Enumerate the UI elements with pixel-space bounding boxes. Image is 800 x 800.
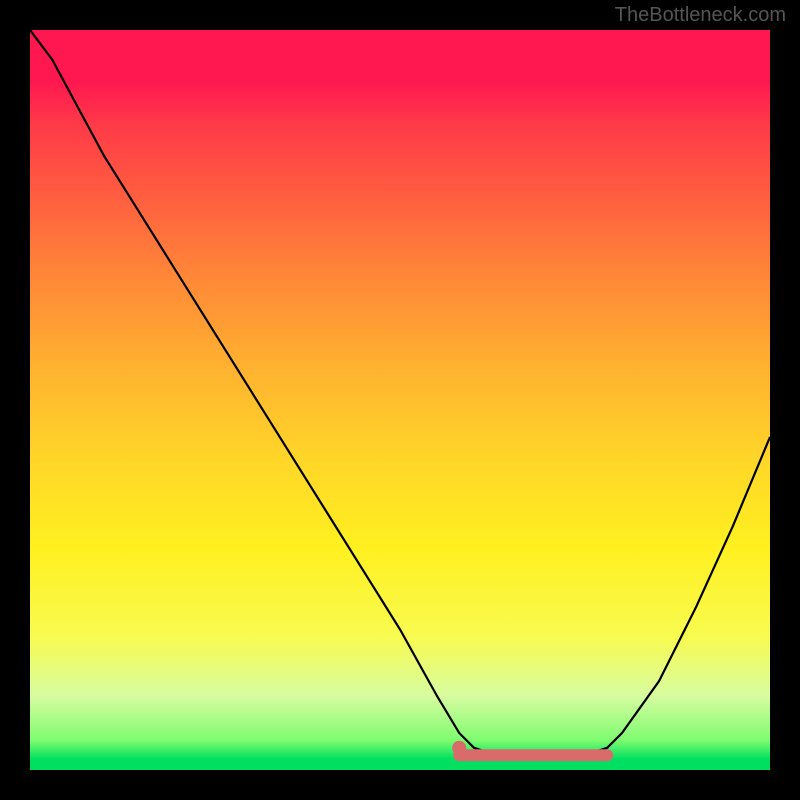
chart-container: TheBottleneck.com xyxy=(0,0,800,800)
watermark-text: TheBottleneck.com xyxy=(615,4,786,27)
bottleneck-curve xyxy=(30,30,770,755)
highlight-dot xyxy=(452,741,466,755)
curve-layer xyxy=(30,30,770,770)
plot-area xyxy=(30,30,770,770)
